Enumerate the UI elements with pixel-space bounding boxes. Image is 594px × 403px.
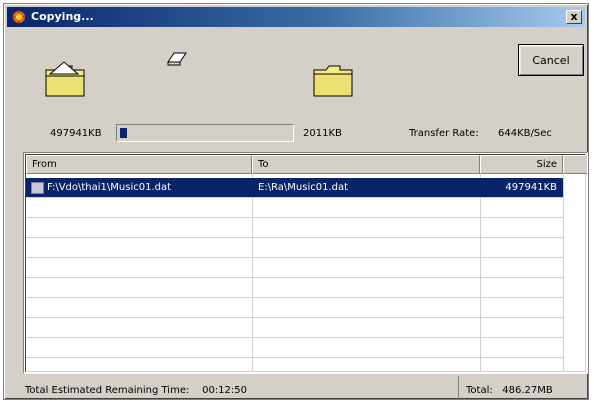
app-icon — [12, 10, 26, 24]
close-button[interactable]: x — [566, 10, 582, 24]
table-row[interactable] — [26, 238, 563, 258]
total-size: Total: 486.27MB — [466, 385, 553, 396]
transfer-rate-value: 644KB/Sec — [498, 128, 552, 139]
file-list[interactable]: From To Size F:\Vdo\thai1\Music01.dat E:… — [23, 152, 588, 374]
column-header-to-label: To — [258, 159, 269, 170]
total-size-label: Total: — [466, 385, 493, 396]
column-header-from-label: From — [32, 159, 57, 170]
remaining-time-value: 00:12:50 — [202, 385, 247, 396]
source-folder-icon — [45, 61, 85, 97]
table-row[interactable]: F:\Vdo\thai1\Music01.dat E:\Ra\Music01.d… — [26, 178, 563, 198]
close-icon: x — [570, 10, 578, 23]
column-header-from[interactable]: From — [26, 155, 252, 174]
column-header-size[interactable]: Size — [480, 155, 563, 174]
remaining-time-label: Total Estimated Remaining Time: — [25, 385, 190, 396]
table-row[interactable] — [26, 258, 563, 278]
file-list-body: From To Size F:\Vdo\thai1\Music01.dat E:… — [25, 154, 587, 372]
row-from: F:\Vdo\thai1\Music01.dat — [47, 182, 172, 193]
progress-bar — [116, 124, 294, 142]
column-header-to[interactable]: To — [252, 155, 480, 174]
column-divider — [563, 174, 564, 371]
copied-size: 2011KB — [303, 128, 342, 139]
table-row[interactable] — [26, 278, 563, 298]
status-divider — [458, 376, 459, 400]
file-icon — [31, 182, 44, 194]
row-to: E:\Ra\Music01.dat — [258, 182, 349, 193]
column-header-size-label: Size — [536, 159, 557, 170]
column-header-filler — [563, 155, 587, 174]
row-size: 497941KB — [505, 182, 557, 193]
copying-dialog: Copying... x Cancel 497941KB 2011KB Tran… — [3, 3, 589, 400]
cancel-button[interactable]: Cancel — [518, 44, 584, 76]
flying-document-icon — [167, 52, 187, 66]
progress-fill — [120, 128, 127, 138]
source-size: 497941KB — [50, 128, 102, 139]
remaining-time: Total Estimated Remaining Time: 00:12:50 — [25, 385, 247, 396]
table-row[interactable] — [26, 338, 563, 358]
transfer-rate-label: Transfer Rate: — [409, 128, 479, 139]
title-bar[interactable]: Copying... x — [7, 7, 585, 27]
table-row[interactable] — [26, 318, 563, 338]
destination-folder-icon — [313, 65, 353, 97]
table-row[interactable] — [26, 198, 563, 218]
table-row[interactable] — [26, 218, 563, 238]
total-size-value: 486.27MB — [502, 385, 553, 396]
table-row[interactable] — [26, 298, 563, 318]
window-title: Copying... — [31, 10, 94, 23]
